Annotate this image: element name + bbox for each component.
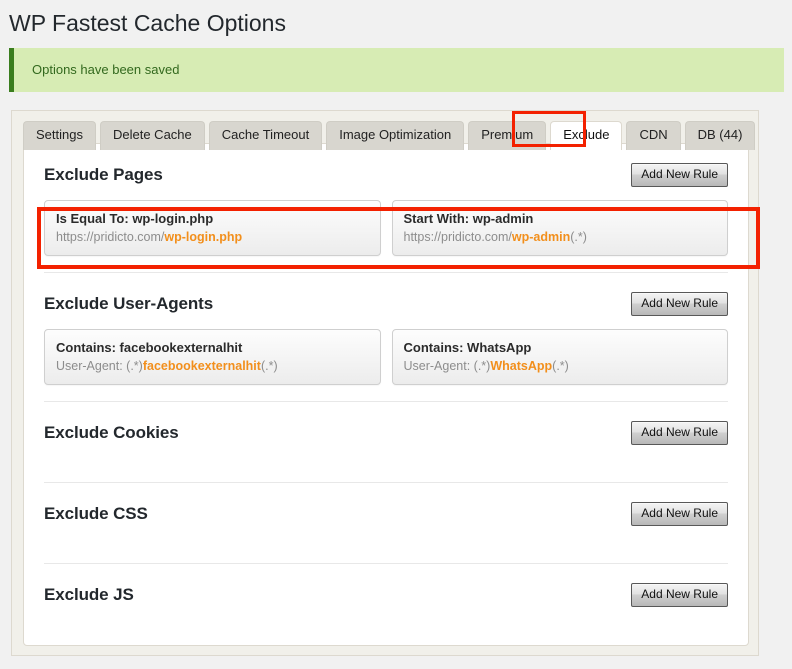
rules-row	[44, 452, 728, 482]
tab-db-44[interactable]: DB (44)	[685, 121, 756, 150]
tab-cdn[interactable]: CDN	[626, 121, 680, 150]
rule-item[interactable]: Is Equal To: wp-login.php https://pridict…	[44, 200, 381, 256]
rule-pattern: https://pridicto.com/wp-login.php	[56, 229, 369, 245]
add-new-rule-button[interactable]: Add New Rule	[631, 421, 728, 445]
add-new-rule-button[interactable]: Add New Rule	[631, 163, 728, 187]
options-panel: SettingsDelete CacheCache TimeoutImage O…	[11, 110, 759, 656]
tab-delete-cache[interactable]: Delete Cache	[100, 121, 205, 150]
rule-item[interactable]: Start With: wp-admin https://pridicto.com…	[392, 200, 729, 256]
notice-message: Options have been saved	[14, 62, 179, 77]
section-exclude-cookies: Exclude Cookies Add New Rule	[44, 401, 728, 482]
tab-cache-timeout[interactable]: Cache Timeout	[209, 121, 322, 150]
section-exclude-pages: Exclude Pages Add New Rule Is Equal To: wp…	[44, 144, 728, 272]
success-notice: Options have been saved	[9, 48, 784, 92]
add-new-rule-button[interactable]: Add New Rule	[631, 292, 728, 316]
rule-pattern: User-Agent: (.*)facebookexternalhit(.*)	[56, 358, 369, 374]
add-new-rule-button[interactable]: Add New Rule	[631, 583, 728, 607]
rule-pattern-value: WhatsApp	[490, 359, 552, 373]
rule-pattern-prefix: User-Agent: (.*)	[56, 359, 143, 373]
section-exclude-css: Exclude CSS Add New Rule	[44, 482, 728, 563]
section-title: Exclude JS	[44, 585, 134, 605]
rule-pattern-prefix: User-Agent: (.*)	[404, 359, 491, 373]
section-exclude-js: Exclude JS Add New Rule	[44, 563, 728, 644]
tab-settings[interactable]: Settings	[23, 121, 96, 150]
rule-pattern-suffix: (.*)	[552, 359, 569, 373]
rule-pattern: https://pridicto.com/wp-admin(.*)	[404, 229, 717, 245]
rule-item[interactable]: Contains: facebookexternalhit User-Agent:…	[44, 329, 381, 385]
rules-row	[44, 614, 728, 644]
section-header: Exclude CSS Add New Rule	[44, 495, 728, 533]
rule-title: Is Equal To: wp-login.php	[56, 210, 369, 227]
rules-row: Is Equal To: wp-login.php https://pridict…	[44, 194, 728, 272]
rule-pattern-value: wp-admin	[512, 230, 570, 244]
add-new-rule-button[interactable]: Add New Rule	[631, 502, 728, 526]
section-title: Exclude User-Agents	[44, 294, 213, 314]
section-exclude-user-agents: Exclude User-Agents Add New Rule Contains:…	[44, 272, 728, 401]
sections-container: Exclude Pages Add New Rule Is Equal To: wp…	[24, 144, 748, 644]
rule-pattern-value: wp-login.php	[164, 230, 242, 244]
rule-pattern-suffix: (.*)	[261, 359, 278, 373]
rule-item[interactable]: Contains: WhatsApp User-Agent: (.*)WhatsA…	[392, 329, 729, 385]
section-title: Exclude Cookies	[44, 423, 179, 443]
tab-image-optimization[interactable]: Image Optimization	[326, 121, 464, 150]
section-title: Exclude CSS	[44, 504, 148, 524]
section-title: Exclude Pages	[44, 165, 163, 185]
rule-title: Contains: facebookexternalhit	[56, 339, 369, 356]
rule-title: Contains: WhatsApp	[404, 339, 717, 356]
rules-row	[44, 533, 728, 563]
section-header: Exclude Pages Add New Rule	[44, 156, 728, 194]
rule-pattern-prefix: https://pridicto.com/	[404, 230, 512, 244]
rule-pattern: User-Agent: (.*)WhatsApp(.*)	[404, 358, 717, 374]
exclude-tab-panel: Exclude Pages Add New Rule Is Equal To: wp…	[23, 143, 749, 646]
section-header: Exclude Cookies Add New Rule	[44, 414, 728, 452]
rule-pattern-prefix: https://pridicto.com/	[56, 230, 164, 244]
rule-title: Start With: wp-admin	[404, 210, 717, 227]
rules-row: Contains: facebookexternalhit User-Agent:…	[44, 323, 728, 401]
rule-pattern-value: facebookexternalhit	[143, 359, 261, 373]
page-title: WP Fastest Cache Options	[0, 0, 792, 43]
tab-premium[interactable]: Premium	[468, 121, 546, 150]
tab-exclude[interactable]: Exclude	[550, 121, 622, 150]
rule-pattern-suffix: (.*)	[570, 230, 587, 244]
section-header: Exclude JS Add New Rule	[44, 576, 728, 614]
section-header: Exclude User-Agents Add New Rule	[44, 285, 728, 323]
tab-bar: SettingsDelete CacheCache TimeoutImage O…	[23, 120, 755, 150]
